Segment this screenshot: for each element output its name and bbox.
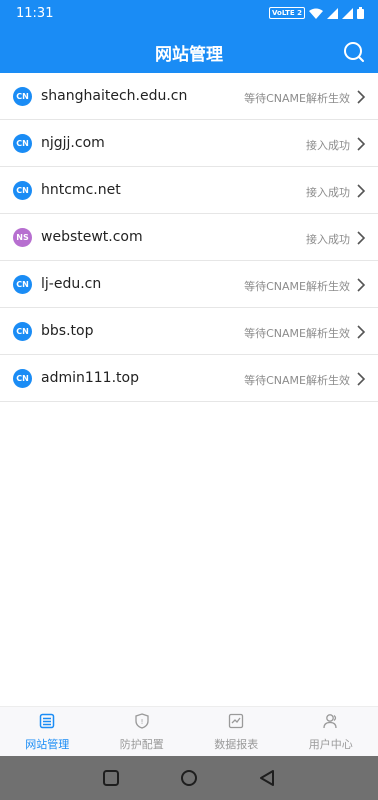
chevron-right-icon (357, 325, 366, 339)
tab-label: 数据报表 (214, 738, 259, 751)
site-status: 等待CNAME解析生效 (244, 280, 350, 293)
svg-text:!: ! (140, 718, 143, 726)
site-status: 接入成功 (306, 233, 350, 246)
search-icon[interactable] (342, 40, 366, 64)
site-type-badge: CN (13, 322, 32, 341)
site-row[interactable]: CN njgjj.com 接入成功 (0, 120, 378, 167)
chevron-right-icon (357, 137, 366, 151)
system-navigation-bar (0, 756, 378, 800)
recents-icon[interactable] (102, 769, 120, 787)
site-domain: shanghaitech.edu.cn (41, 88, 188, 104)
chevron-right-icon (357, 184, 366, 198)
site-type-badge: CN (13, 275, 32, 294)
battery-icon (357, 7, 364, 19)
app-header: 11:31 VoLTE 2 网站管理 (0, 0, 378, 73)
tab-label: 防护配置 (119, 738, 164, 751)
site-type-badge: NS (13, 228, 32, 247)
chevron-right-icon (357, 90, 366, 104)
site-type-badge: CN (13, 87, 32, 106)
site-status: 接入成功 (306, 186, 350, 199)
site-domain: admin111.top (41, 370, 139, 386)
site-status: 接入成功 (306, 139, 350, 152)
site-domain: webstewt.com (41, 229, 143, 245)
tab-label: 用户中心 (308, 738, 353, 751)
signal-icon-2 (342, 7, 353, 19)
status-bar: 11:31 VoLTE 2 (0, 0, 378, 28)
site-row[interactable]: CN bbs.top 等待CNAME解析生效 (0, 308, 378, 355)
site-row[interactable]: CN hntcmc.net 接入成功 (0, 167, 378, 214)
wifi-icon (309, 8, 323, 19)
site-status: 等待CNAME解析生效 (244, 374, 350, 387)
tab-protection-config[interactable]: ! 防护配置 (95, 707, 190, 756)
status-time: 11:31 (16, 6, 54, 21)
chevron-right-icon (357, 278, 366, 292)
status-icons: VoLTE 2 (268, 7, 364, 19)
volte-badge: VoLTE 2 (268, 7, 305, 19)
tab-site-management[interactable]: 网站管理 (0, 707, 95, 756)
site-list: CN shanghaitech.edu.cn 等待CNAME解析生效 CN nj… (0, 73, 378, 402)
page-title: 网站管理 (155, 45, 223, 65)
home-icon[interactable] (180, 769, 198, 787)
shield-icon: ! (135, 713, 149, 729)
site-type-badge: CN (13, 369, 32, 388)
site-row[interactable]: CN admin111.top 等待CNAME解析生效 (0, 355, 378, 402)
tab-user-center[interactable]: 用户中心 (284, 707, 378, 756)
site-status: 等待CNAME解析生效 (244, 92, 350, 105)
site-domain: bbs.top (41, 323, 94, 339)
site-type-badge: CN (13, 181, 32, 200)
signal-icon (327, 7, 338, 19)
site-domain: lj-edu.cn (41, 276, 102, 292)
chart-icon (229, 713, 244, 729)
user-icon (323, 714, 337, 729)
back-icon[interactable] (258, 769, 276, 787)
site-status: 等待CNAME解析生效 (244, 327, 350, 340)
site-row[interactable]: NS webstewt.com 接入成功 (0, 214, 378, 261)
tab-label: 网站管理 (25, 738, 70, 751)
chevron-right-icon (357, 372, 366, 386)
site-list-icon (40, 713, 55, 729)
site-domain: hntcmc.net (41, 182, 121, 198)
bottom-tab-bar: 网站管理 ! 防护配置 数据报表 用户中心 (0, 706, 378, 756)
site-row[interactable]: CN shanghaitech.edu.cn 等待CNAME解析生效 (0, 73, 378, 120)
tab-data-report[interactable]: 数据报表 (189, 707, 284, 756)
site-type-badge: CN (13, 134, 32, 153)
chevron-right-icon (357, 231, 366, 245)
site-domain: njgjj.com (41, 135, 105, 151)
site-row[interactable]: CN lj-edu.cn 等待CNAME解析生效 (0, 261, 378, 308)
